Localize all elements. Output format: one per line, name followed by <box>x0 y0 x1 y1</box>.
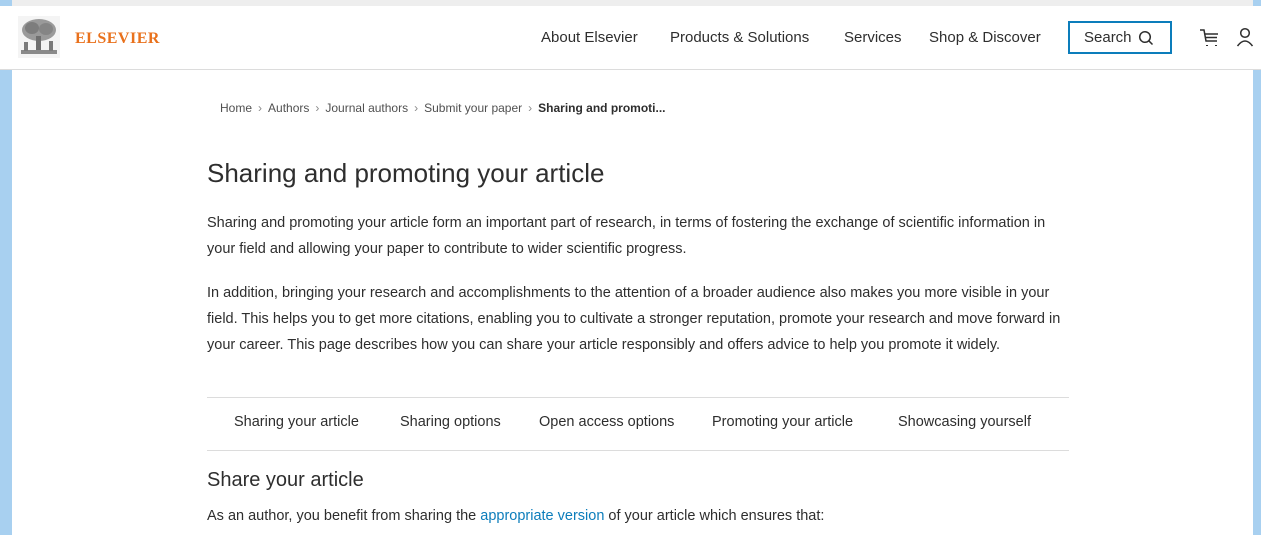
search-icon <box>1138 30 1153 45</box>
search-button[interactable]: Search <box>1068 21 1172 54</box>
section-text-after: of your article which ensures that: <box>604 508 825 524</box>
tab-showcasing-yourself[interactable]: Showcasing yourself <box>898 414 1031 430</box>
breadcrumb-submit-your-paper[interactable]: Submit your paper <box>424 101 522 115</box>
section-paragraph: As an author, you benefit from sharing t… <box>207 503 1072 529</box>
nav-services[interactable]: Services <box>844 29 902 46</box>
section-title: Share your article <box>207 469 364 491</box>
breadcrumb-separator-icon: › <box>528 101 533 115</box>
intro-paragraph-2: In addition, bringing your research and … <box>207 285 1061 353</box>
tab-promoting-your-article[interactable]: Promoting your article <box>712 414 853 430</box>
page-title: Sharing and promoting your article <box>207 158 605 188</box>
intro-paragraph-1: Sharing and promoting your article form … <box>207 215 1046 257</box>
breadcrumb-separator-icon: › <box>258 101 263 115</box>
section-tabs: Sharing your article Sharing options Ope… <box>207 397 1069 451</box>
breadcrumb-separator-icon: › <box>315 101 320 115</box>
breadcrumb-current: Sharing and promoti... <box>538 101 666 115</box>
nav-products-solutions[interactable]: Products & Solutions <box>670 29 809 46</box>
elsevier-wordmark[interactable]: ELSEVIER <box>75 30 160 48</box>
cart-icon[interactable] <box>1199 28 1221 48</box>
breadcrumb: Home › Authors › Journal authors › Submit your… <box>220 101 666 115</box>
page: ELSEVIER About Elsevier Products & Solut… <box>0 0 1261 535</box>
nav-shop-discover[interactable]: Shop & Discover <box>929 29 1041 46</box>
search-button-label: Search <box>1084 29 1132 46</box>
breadcrumb-separator-icon: › <box>414 101 419 115</box>
elsevier-tree-logo-icon[interactable] <box>18 16 60 58</box>
site-header: ELSEVIER About Elsevier Products & Solut… <box>0 6 1261 70</box>
user-icon[interactable] <box>1236 27 1254 47</box>
breadcrumb-journal-authors[interactable]: Journal authors <box>325 101 408 115</box>
section-text-before: As an author, you benefit from sharing t… <box>207 508 481 524</box>
tab-sharing-options[interactable]: Sharing options <box>400 414 501 430</box>
breadcrumb-home[interactable]: Home <box>220 101 252 115</box>
tab-open-access-options[interactable]: Open access options <box>539 414 674 430</box>
tab-sharing-your-article[interactable]: Sharing your article <box>234 414 359 430</box>
nav-about-elsevier[interactable]: About Elsevier <box>541 29 638 46</box>
breadcrumb-authors[interactable]: Authors <box>268 101 309 115</box>
appropriate-version-link[interactable]: appropriate version <box>480 508 604 524</box>
right-edge-bar <box>1253 0 1261 535</box>
left-edge-bar <box>0 0 12 535</box>
